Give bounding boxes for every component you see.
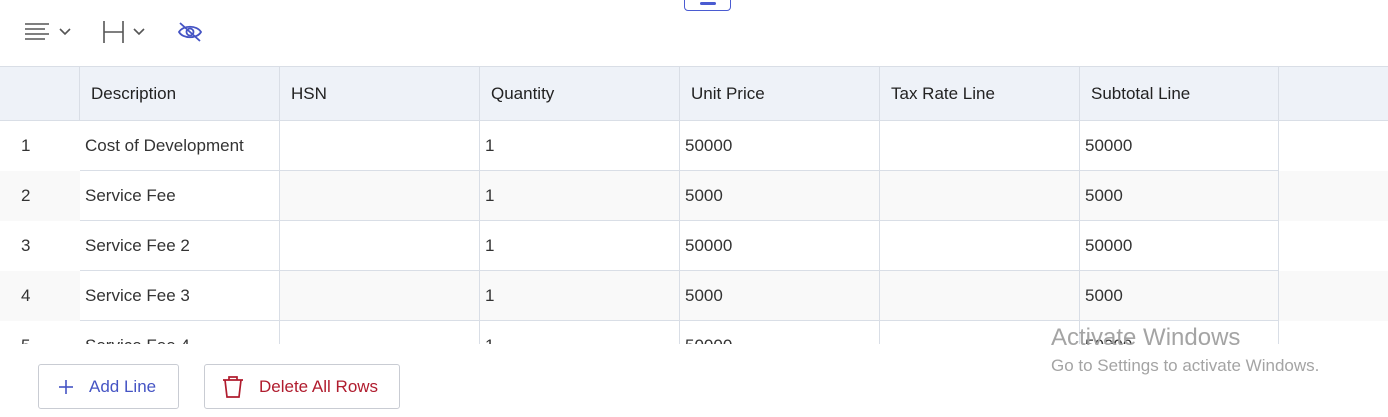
add-line-label: Add Line (89, 376, 157, 396)
cell-subtotal[interactable]: 5000 (1080, 171, 1279, 221)
row-number: 3 (21, 236, 31, 255)
cell-tax-rate[interactable] (880, 221, 1080, 271)
grid-footer: Add Line Delete All Rows (0, 344, 1388, 417)
cell-hsn[interactable] (280, 271, 480, 321)
text-align-dropdown[interactable] (24, 20, 72, 44)
table-row: 5 Service Fee 4 1 50000 50000 (0, 321, 1388, 344)
header-row: Description HSN Quantity Unit Price Tax … (0, 66, 1388, 121)
row-number: 1 (21, 136, 31, 155)
cell-subtotal[interactable]: 5000 (1080, 271, 1279, 321)
cell-unit-price[interactable]: 5000 (680, 171, 880, 221)
header-filler (1278, 67, 1388, 120)
cell-quantity[interactable]: 1 (480, 271, 680, 321)
cell-description[interactable]: Service Fee 2 (80, 221, 280, 271)
cell-unit-price[interactable]: 5000 (680, 271, 880, 321)
cell-description[interactable]: Cost of Development (80, 121, 280, 171)
delete-all-rows-button[interactable]: Delete All Rows (204, 364, 400, 409)
cell-tax-rate[interactable] (880, 271, 1080, 321)
cell-description[interactable]: Service Fee 4 (80, 321, 280, 344)
cell-unit-price[interactable]: 50000 (680, 221, 880, 271)
cell-tax-rate[interactable] (880, 321, 1080, 344)
cell-hsn[interactable] (280, 121, 480, 171)
trash-icon (222, 375, 244, 399)
column-header-tax-rate[interactable]: Tax Rate Line (880, 67, 1080, 120)
table-row: 4 Service Fee 3 1 5000 5000 (0, 271, 1388, 321)
column-header-quantity[interactable]: Quantity (480, 67, 680, 120)
line-items-grid: Description HSN Quantity Unit Price Tax … (0, 66, 1388, 344)
cell-hsn[interactable] (280, 171, 480, 221)
column-header-hsn[interactable]: HSN (280, 67, 480, 120)
row-height-dropdown[interactable] (102, 20, 146, 44)
text-align-icon (24, 21, 52, 43)
add-line-button[interactable]: Add Line (38, 364, 179, 409)
chevron-down-icon (58, 27, 72, 37)
cell-quantity[interactable]: 1 (480, 171, 680, 221)
cell-tax-rate[interactable] (880, 121, 1080, 171)
table-row: 1 Cost of Development 1 50000 50000 (0, 121, 1388, 171)
cell-hsn[interactable] (280, 221, 480, 271)
row-number: 2 (21, 186, 31, 205)
row-number-header (0, 67, 80, 120)
row-height-icon (102, 20, 128, 44)
cell-unit-price[interactable]: 50000 (680, 121, 880, 171)
cell-subtotal[interactable]: 50000 (1080, 321, 1279, 344)
cell-subtotal[interactable]: 50000 (1080, 121, 1279, 171)
cell-subtotal[interactable]: 50000 (1080, 221, 1279, 271)
cell-quantity[interactable]: 1 (480, 221, 680, 271)
eye-off-icon (177, 20, 203, 44)
cell-description[interactable]: Service Fee (80, 171, 280, 221)
cell-quantity[interactable]: 1 (480, 321, 680, 344)
cell-description[interactable]: Service Fee 3 (80, 271, 280, 321)
chevron-down-icon (132, 27, 146, 37)
cell-tax-rate[interactable] (880, 171, 1080, 221)
column-header-subtotal[interactable]: Subtotal Line (1080, 67, 1279, 120)
cell-unit-price[interactable]: 50000 (680, 321, 880, 344)
cell-hsn[interactable] (280, 321, 480, 344)
row-number: 4 (21, 286, 31, 305)
table-row: 2 Service Fee 1 5000 5000 (0, 171, 1388, 221)
row-number: 5 (0, 321, 79, 344)
hide-columns-button[interactable] (177, 20, 203, 44)
plus-icon (58, 379, 74, 395)
column-header-description[interactable]: Description (80, 67, 280, 120)
table-row: 3 Service Fee 2 1 50000 50000 (0, 221, 1388, 271)
delete-all-rows-label: Delete All Rows (259, 376, 379, 396)
cell-quantity[interactable]: 1 (480, 121, 680, 171)
grid-toolbar (0, 0, 1388, 66)
column-header-unit-price[interactable]: Unit Price (680, 67, 880, 120)
